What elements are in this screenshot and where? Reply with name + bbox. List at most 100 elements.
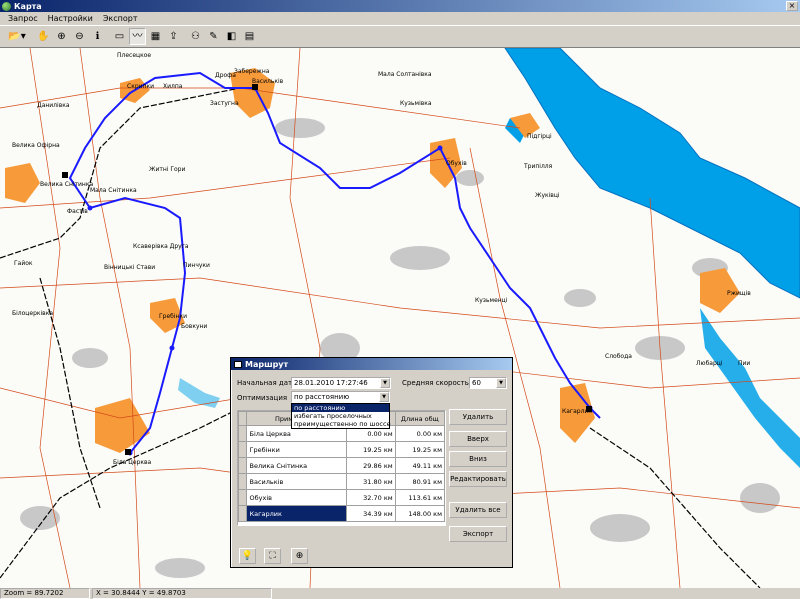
option-by-distance[interactable]: по расстоянию <box>292 404 389 412</box>
river-south <box>700 308 800 468</box>
total-distance[interactable]: 113.61 км <box>394 489 445 506</box>
place-label: Підгірці <box>527 133 552 140</box>
place-label: Ксаверівка Друга <box>133 243 189 250</box>
title-bar: Карта × <box>0 0 800 12</box>
table-row[interactable]: Гребінки 19.25 км 19.25 км <box>238 441 445 458</box>
place-label: Пии <box>738 360 751 367</box>
total-distance[interactable]: 0.00 км <box>394 425 445 442</box>
ruler-icon[interactable]: ▭ <box>111 28 128 45</box>
edit-button[interactable]: Редактировать <box>449 471 507 487</box>
place-label: Пинчуки <box>183 262 210 269</box>
grid-icon[interactable]: ▤ <box>241 28 258 45</box>
menu-export[interactable]: Экспорт <box>98 14 143 23</box>
table-row[interactable]: Кагарлик 34.39 км 148.00 км <box>238 505 445 522</box>
waypoint-name[interactable]: Гребінки <box>245 441 347 458</box>
row-indicator[interactable] <box>238 489 247 506</box>
bulb-icon[interactable]: 💡 <box>239 548 256 564</box>
header-indicator <box>238 411 247 426</box>
option-prefer-highways[interactable]: преимущественно по шоссе <box>292 420 391 428</box>
place-label: Мала Солтанівка <box>378 71 432 78</box>
menu-settings[interactable]: Настройки <box>43 14 98 23</box>
row-indicator[interactable] <box>238 425 247 442</box>
optimization-label: Оптимизация <box>237 394 288 402</box>
info-icon[interactable]: ℹ <box>89 28 106 45</box>
menu-bar: Запрос Настройки Экспорт <box>0 12 800 25</box>
option-avoid-dirt-roads[interactable]: избегать проселочных <box>292 412 389 420</box>
down-button[interactable]: Вниз <box>449 451 507 467</box>
segment-distance[interactable]: 19.25 км <box>345 441 396 458</box>
place-label: Велика Снітинка <box>40 181 94 188</box>
table-row[interactable]: Васильків 31.80 км 80.91 км <box>238 473 445 490</box>
chevron-down-icon[interactable]: ▼ <box>379 392 389 402</box>
route-dialog: Маршрут Начальная дата 28.01.2010 17:27:… <box>230 357 513 568</box>
place-label: Кагарлик <box>562 408 592 415</box>
place-label: Плесецкое <box>117 52 152 59</box>
optimization-dropdown: по расстоянию избегать проселочных преим… <box>291 403 391 429</box>
place-label: Житні Гори <box>149 166 186 173</box>
zoom-in-icon[interactable]: ⊕ <box>53 28 70 45</box>
waypoint-name[interactable]: Кагарлик <box>245 505 347 522</box>
delete-all-button[interactable]: Удалить все <box>449 502 507 518</box>
place-label: Мала Снітинка <box>90 187 137 194</box>
segment-distance[interactable]: 34.39 км <box>345 505 396 522</box>
zoom-route-icon[interactable]: ⊕ <box>291 548 308 564</box>
place-label: Фастів <box>67 208 88 215</box>
row-indicator[interactable] <box>238 441 247 458</box>
chevron-down-icon[interactable]: ▼ <box>496 378 506 388</box>
optimization-select[interactable]: по расстоянию ▼ <box>291 391 390 403</box>
layers-icon[interactable]: ▦ <box>147 28 164 45</box>
total-distance[interactable]: 148.00 км <box>394 505 445 522</box>
table-row[interactable]: Велика Снітинка 29.86 км 49.11 км <box>238 457 445 474</box>
speed-value: 60 <box>472 379 481 387</box>
dialog-title: Маршрут <box>245 359 289 369</box>
row-indicator[interactable] <box>238 457 247 474</box>
river-dnipro <box>504 48 800 299</box>
waypoint-name[interactable]: Велика Снітинка <box>245 457 347 474</box>
speed-label: Средняя скорость <box>402 379 469 387</box>
speed-select[interactable]: 60 ▼ <box>469 377 507 389</box>
export-button[interactable]: Экспорт <box>449 526 507 542</box>
place-label: Трипілля <box>524 163 553 170</box>
start-date-picker[interactable]: 28.01.2010 17:27:46 ▼ <box>291 377 391 389</box>
segment-distance[interactable]: 32.70 км <box>345 489 396 506</box>
place-label: Вінницькі Стави <box>104 264 156 271</box>
open-folder-icon[interactable]: 📂▾ <box>4 28 30 45</box>
pen-icon[interactable]: ✎ <box>205 28 222 45</box>
header-total[interactable]: Длина общ <box>394 411 445 426</box>
up-button[interactable]: Вверх <box>449 431 507 447</box>
place-label: Любарці <box>696 360 723 367</box>
table-row[interactable]: Обухів 32.70 км 113.61 км <box>238 489 445 506</box>
place-label: Хилпа <box>163 83 183 90</box>
total-distance[interactable]: 19.25 км <box>394 441 445 458</box>
place-label: Обухів <box>446 160 467 167</box>
row-indicator[interactable] <box>238 505 247 522</box>
delete-button[interactable]: Удалить <box>449 409 507 425</box>
start-date-label: Начальная дата <box>237 379 297 387</box>
zoom-out-icon[interactable]: ⊖ <box>71 28 88 45</box>
chevron-down-icon[interactable]: ▼ <box>380 378 390 388</box>
eraser-icon[interactable]: ◧ <box>223 28 240 45</box>
place-label: Біла Церква <box>113 459 152 466</box>
place-label: Гайок <box>14 260 33 267</box>
row-indicator[interactable] <box>238 473 247 490</box>
hand-pan-icon[interactable]: ✋ <box>35 28 52 45</box>
place-label: Кузьменці <box>475 297 508 304</box>
menu-query[interactable]: Запрос <box>3 14 43 23</box>
place-label: Застугна <box>210 100 239 107</box>
fit-icon[interactable]: ⛶ <box>264 548 281 564</box>
route-icon[interactable]: 〰 <box>129 28 146 45</box>
place-label: Жуківці <box>535 192 560 199</box>
export-icon[interactable]: ⇪ <box>165 28 182 45</box>
waypoint-name[interactable]: Васильків <box>245 473 347 490</box>
segment-distance[interactable]: 29.86 км <box>345 457 396 474</box>
waypoint-name[interactable]: Обухів <box>245 489 347 506</box>
place-label: Скрипки <box>127 83 154 90</box>
place-label: Данилівка <box>37 102 70 109</box>
total-distance[interactable]: 49.11 км <box>394 457 445 474</box>
segment-distance[interactable]: 31.80 км <box>345 473 396 490</box>
binoculars-icon[interactable]: ⚇ <box>187 28 204 45</box>
close-button[interactable]: × <box>786 1 798 11</box>
dialog-titlebar[interactable]: Маршрут <box>231 358 512 370</box>
total-distance[interactable]: 80.91 км <box>394 473 445 490</box>
place-label: Забережна <box>234 68 270 75</box>
